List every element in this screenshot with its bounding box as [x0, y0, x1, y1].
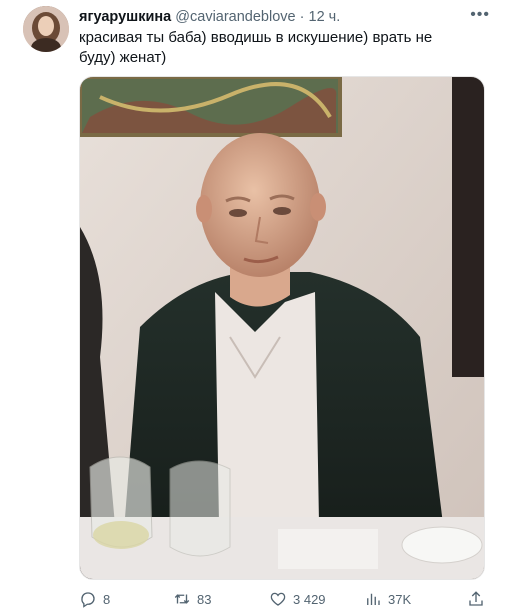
views-button[interactable]: 37K — [364, 588, 411, 610]
retweet-count: 83 — [197, 591, 212, 607]
retweet-icon — [174, 594, 190, 604]
user-handle[interactable]: @caviarandeblove — [175, 9, 295, 25]
like-button[interactable]: 3 429 — [269, 588, 326, 610]
tweet-card[interactable]: ягуарушкина @caviarandeblove · 12 ч. •••… — [0, 0, 510, 616]
tweet-photo[interactable] — [79, 76, 485, 580]
share-button[interactable] — [467, 588, 491, 610]
more-options-icon[interactable]: ••• — [470, 6, 490, 24]
share-icon — [469, 591, 483, 606]
reply-icon — [81, 592, 95, 608]
avatar[interactable] — [23, 6, 69, 52]
tweet-text: красивая ты баба) вводишь в искушение) в… — [79, 29, 433, 66]
separator-dot: · — [299, 9, 305, 25]
reply-button[interactable]: 8 — [79, 588, 110, 610]
avatar-image — [23, 6, 69, 52]
timestamp[interactable]: 12 ч. — [309, 9, 341, 25]
tweet-actions: 8 83 3 429 37K — [79, 588, 489, 610]
views-count: 37K — [388, 591, 412, 607]
views-chart-icon — [367, 593, 380, 605]
display-name[interactable]: ягуарушкина — [79, 9, 171, 25]
heart-icon — [270, 592, 286, 606]
retweet-button[interactable]: 83 — [173, 588, 211, 610]
reply-count: 8 — [103, 591, 111, 607]
tweet-header: ягуарушкина @caviarandeblove · 12 ч. — [79, 8, 470, 26]
photo-icon — [80, 77, 484, 579]
like-count: 3 429 — [293, 591, 326, 607]
